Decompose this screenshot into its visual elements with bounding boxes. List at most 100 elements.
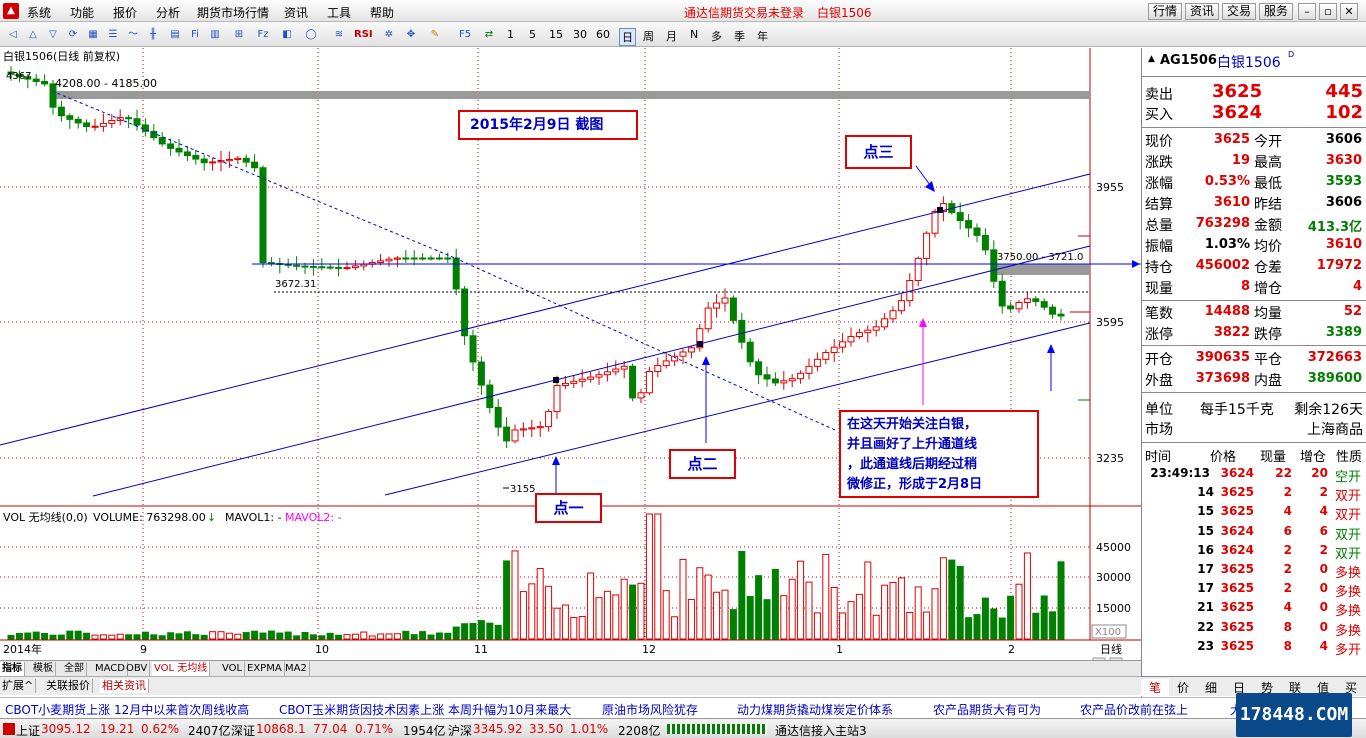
fund-icon[interactable]: Fi <box>186 26 204 43</box>
circle-icon[interactable]: ◯ <box>302 26 320 43</box>
unit-label: 单位 <box>1145 402 1173 418</box>
candle-body <box>755 361 763 376</box>
compare-icon[interactable]: ▥ <box>206 26 224 43</box>
pen-icon[interactable]: ✎ <box>426 26 444 43</box>
service-button[interactable]: 服务 <box>1259 3 1294 20</box>
switch-icon[interactable]: ⇄ <box>480 26 498 43</box>
right-tab[interactable]: 笔 <box>1141 679 1169 696</box>
tick-oi-change: 0 <box>1319 600 1328 615</box>
tick-time: 15 <box>1197 523 1214 538</box>
menu-item-analysis[interactable]: 分析 <box>156 4 180 21</box>
period-30min[interactable]: 30 <box>573 28 587 41</box>
draw-icon[interactable]: ◧ <box>278 26 296 43</box>
news-item[interactable]: 农产品期货大有可为 <box>933 701 1041 718</box>
news-item[interactable]: 农产品价改前在弦上 <box>1080 701 1188 718</box>
back-icon[interactable]: ◁ <box>4 26 22 43</box>
hs-value: 3345.92 <box>473 722 523 736</box>
period-15min[interactable]: 15 <box>549 28 563 41</box>
list-icon[interactable]: ☰ <box>104 26 122 43</box>
tab-vol[interactable]: VOL <box>220 662 246 676</box>
volume-bar <box>637 582 645 640</box>
f10b-icon[interactable]: ⊞ <box>230 26 248 43</box>
news-item[interactable]: 原油市场风险犹存 <box>602 701 698 718</box>
quote-value: 3606 <box>1325 132 1362 147</box>
tick-volume: 4 <box>1283 600 1292 615</box>
menu-item-system[interactable]: 系统 <box>27 4 51 21</box>
f10-icon[interactable]: ▤ <box>166 26 184 43</box>
quote-button[interactable]: 行情 <box>1148 3 1183 20</box>
menu-item-quote[interactable]: 报价 <box>113 4 137 21</box>
menu-item-function[interactable]: 功能 <box>70 4 94 21</box>
indicator-icon[interactable]: ≋ <box>330 26 348 43</box>
candle-body <box>32 78 40 82</box>
tab-all[interactable]: 全部 <box>62 662 87 676</box>
period-n[interactable]: N <box>690 28 698 41</box>
point3-box: 点三 <box>845 135 912 169</box>
tab-vol-noma[interactable]: VOL 无均线 <box>152 662 211 676</box>
period-week[interactable]: 周 <box>643 28 654 44</box>
tick-type: 空开 <box>1335 470 1362 485</box>
fiz-icon[interactable]: Fz <box>254 26 272 43</box>
market-label: 市场 <box>1145 422 1173 438</box>
right-tab[interactable]: 价 <box>1169 679 1197 696</box>
menu-item-news[interactable]: 资讯 <box>284 4 308 21</box>
vol-tick-2: 30000 <box>1096 571 1131 584</box>
formula-icon[interactable]: F5 <box>456 26 474 43</box>
candle-body <box>41 80 49 85</box>
menu-item-futures-market[interactable]: 期货市场行情 <box>197 4 269 21</box>
right-tab[interactable]: 细 <box>1197 679 1225 696</box>
menu-item-help[interactable]: 帮助 <box>370 4 394 21</box>
candle-body <box>687 347 695 353</box>
news-item[interactable]: CBOT小麦期货上涨 12月中以来首次周线收高 <box>5 701 249 718</box>
tick-type: 双开 <box>1335 527 1362 543</box>
volume-bar <box>553 607 561 640</box>
period-60min[interactable]: 60 <box>596 28 610 41</box>
settings-icon[interactable]: ✲ <box>380 26 398 43</box>
x-label-2: 2 <box>1008 643 1015 656</box>
quote-label: 振幅 <box>1145 239 1173 255</box>
restore-icon[interactable]: ▫ <box>1319 3 1337 20</box>
tick-oi-change: 4 <box>1319 504 1328 519</box>
server-status[interactable]: 通达信接入主站3 <box>775 722 867 738</box>
candle-body <box>326 266 334 269</box>
period-5min[interactable]: 5 <box>529 28 536 41</box>
refresh-icon[interactable]: ⟳ <box>64 26 82 43</box>
period-1min[interactable]: 1 <box>507 28 514 41</box>
rsi-icon[interactable]: RSI <box>354 26 373 43</box>
trade-button[interactable]: 交易 <box>1222 3 1257 20</box>
tab-indicator[interactable]: 指标 <box>0 662 25 676</box>
down-icon[interactable]: ▽ <box>44 26 62 43</box>
kline-icon[interactable]: ╫ <box>144 26 162 43</box>
tab-ma2[interactable]: MA2 <box>283 662 310 676</box>
period-year[interactable]: 年 <box>757 28 768 44</box>
menu-item-tools[interactable]: 工具 <box>327 4 351 21</box>
candle-body <box>150 130 158 139</box>
period-month[interactable]: 月 <box>666 28 677 44</box>
minimize-icon[interactable]: – <box>1298 3 1316 20</box>
close-icon[interactable]: ✕ <box>1340 3 1358 20</box>
news-item[interactable]: 动力煤期货撬动煤炭定价体系 <box>737 701 893 718</box>
tab-expma[interactable]: EXPMA <box>245 662 285 676</box>
news-item[interactable]: CBOT玉米期货因技术因素上涨 本周升幅为10月来最大 <box>279 701 571 718</box>
tab-template[interactable]: 模板 <box>31 662 56 676</box>
period-multi[interactable]: 多 <box>711 28 722 44</box>
volume-bar <box>141 631 149 640</box>
candle-body <box>855 332 863 338</box>
period-quarter[interactable]: 季 <box>734 28 745 44</box>
volume-bar <box>864 561 872 640</box>
tab-expand[interactable]: 扩展^ <box>0 679 37 693</box>
tab-macd[interactable]: MACD <box>93 662 128 676</box>
quote-label: 仓差 <box>1254 260 1282 276</box>
info-button[interactable]: 资讯 <box>1185 3 1220 20</box>
up-icon[interactable]: △ <box>24 26 42 43</box>
tab-related-news[interactable]: 相关资讯 <box>100 679 149 693</box>
candle-body <box>435 257 443 260</box>
quote-icon[interactable]: ▦ <box>84 26 102 43</box>
quote-value: 19 <box>1231 153 1250 168</box>
minute-icon[interactable]: 〜 <box>124 26 142 43</box>
period-day[interactable]: 日 <box>619 28 636 46</box>
move-icon[interactable]: ✥ <box>402 26 420 43</box>
tab-obv[interactable]: OBV <box>124 662 151 676</box>
candle-body <box>351 265 359 269</box>
tab-related-quote[interactable]: 关联报价 <box>44 679 93 693</box>
